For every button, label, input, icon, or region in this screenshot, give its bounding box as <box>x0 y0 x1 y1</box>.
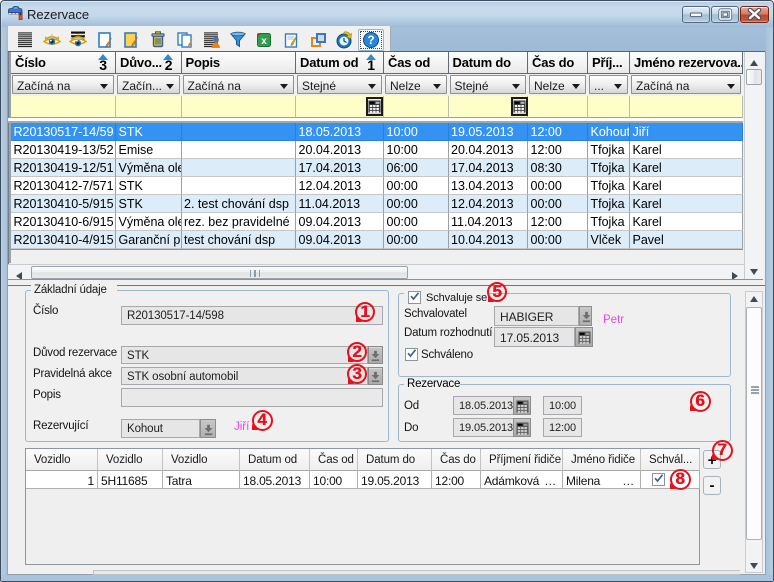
svg-text:x: x <box>261 36 267 47</box>
svg-text:?: ? <box>367 35 374 47</box>
